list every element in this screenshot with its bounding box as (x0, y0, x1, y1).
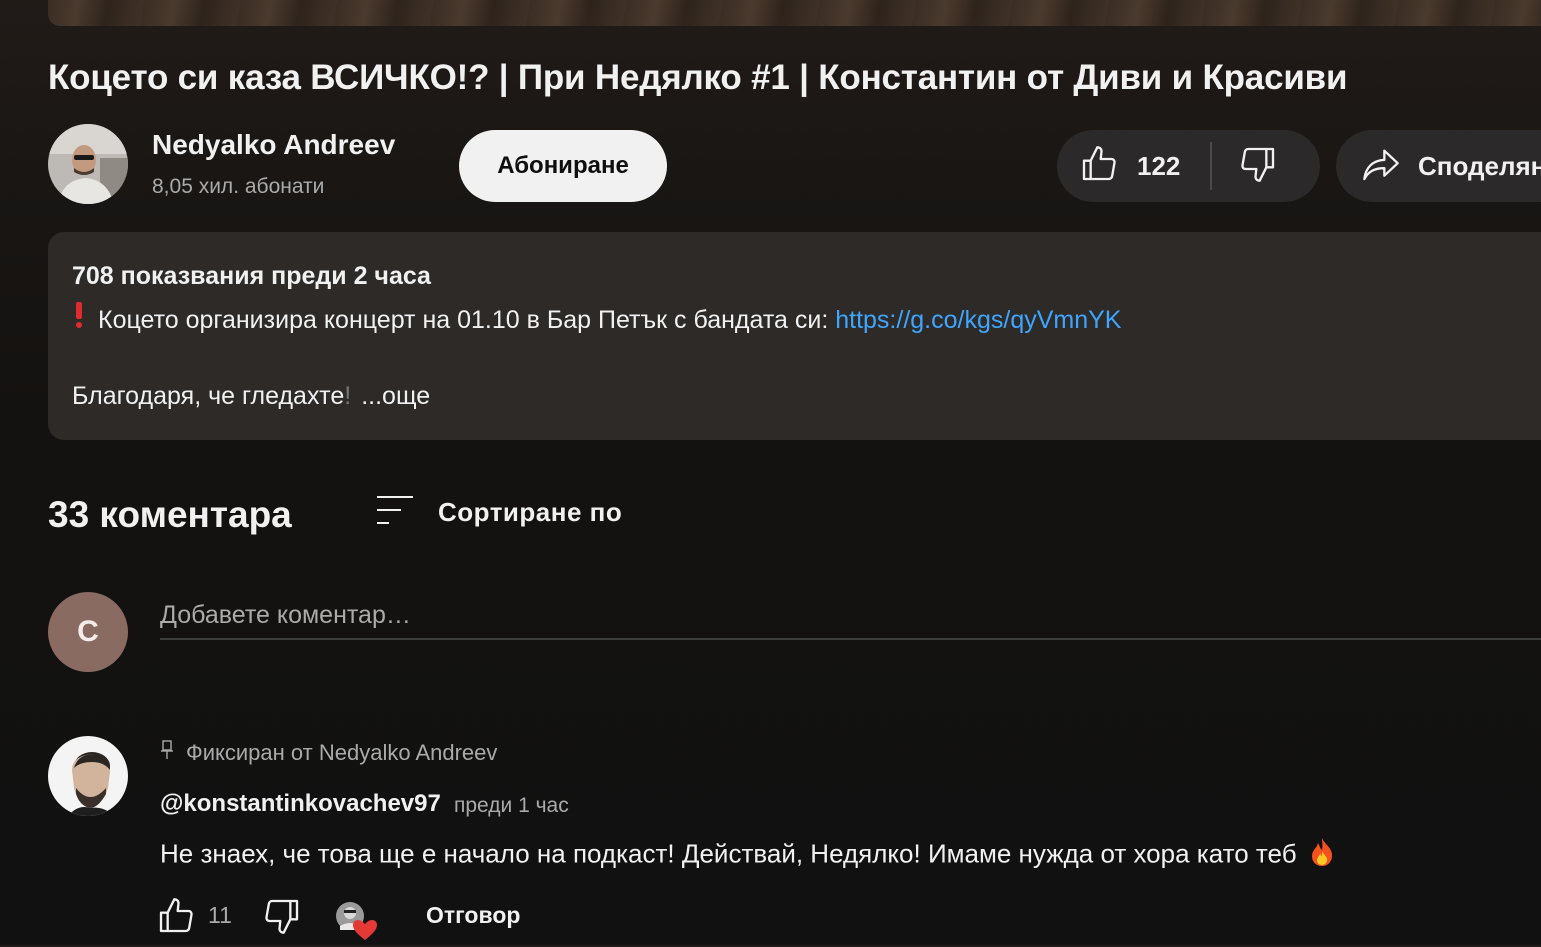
comment-author[interactable]: @konstantinkovachev97 (160, 790, 441, 818)
channel-avatar[interactable] (48, 124, 128, 204)
comments-count: 33 коментара (48, 494, 292, 535)
thumbs-down-icon (262, 899, 302, 940)
description-line-2: Благодаря, че гледахте! ...още (72, 382, 430, 411)
add-comment-input[interactable] (160, 592, 1541, 640)
pinned-indicator: Фиксиран от Nedyalko Andreev (160, 740, 497, 766)
pin-icon (160, 740, 174, 766)
comment-like-count: 11 (208, 902, 232, 928)
description-line-1: Коцето организира концерт на 01.10 в Бар… (72, 302, 1121, 335)
share-label: Споделяне (1418, 150, 1541, 181)
reply-button[interactable]: Отговор (426, 902, 520, 929)
comment-text: Не знаех, че това ще е начало на подкаст… (160, 837, 1335, 874)
show-more-link[interactable]: ...още (361, 382, 430, 410)
share-icon (1360, 144, 1402, 189)
sort-label: Сортиране по (438, 496, 623, 527)
channel-name[interactable]: Nedyalko Andreev (152, 129, 395, 161)
comment-dislike-button[interactable] (262, 896, 302, 941)
like-count: 122 (1137, 150, 1181, 181)
description-box[interactable]: 708 показвания преди 2 часа Коцето орган… (48, 232, 1541, 440)
fire-icon (1309, 837, 1335, 874)
dislike-button[interactable] (1212, 130, 1278, 202)
description-thanks-text: Благодаря, че гледахте (72, 382, 345, 410)
video-title: Коцето си каза ВСИЧКО!? | При Недялко #1… (48, 58, 1348, 97)
comment-body: Не знаех, че това ще е начало на подкаст… (160, 838, 1297, 869)
sort-icon (376, 494, 414, 531)
exclamation-icon (72, 302, 86, 335)
description-fade-text: ! (344, 382, 352, 410)
like-dislike-group: 122 (1057, 130, 1320, 202)
comment-timestamp[interactable]: преди 1 час (454, 794, 569, 818)
thumbs-up-icon (156, 898, 196, 940)
description-text: Коцето организира концерт на 01.10 в Бар… (98, 306, 836, 334)
share-button[interactable]: Споделяне (1336, 130, 1541, 202)
sort-button[interactable]: Сортиране по (376, 492, 622, 532)
comment-like-button[interactable] (156, 896, 196, 941)
thumbs-up-icon (1079, 144, 1119, 189)
current-user-avatar[interactable]: C (48, 592, 128, 672)
view-count-and-date: 708 показвания преди 2 часа (72, 262, 431, 290)
pinned-label: Фиксиран от Nedyalko Andreev (186, 740, 498, 765)
subscribe-button[interactable]: Абониране (459, 130, 667, 202)
creator-heart-icon (334, 900, 378, 942)
subscriber-count: 8,05 хил. абонати (152, 175, 325, 198)
thumbs-down-icon (1238, 144, 1278, 189)
video-player-bottom-edge[interactable] (48, 0, 1541, 26)
commenter-avatar[interactable] (48, 736, 128, 816)
like-button[interactable]: 122 (1057, 130, 1210, 202)
description-link[interactable]: https://g.co/kgs/qyVmnYK (835, 306, 1121, 334)
